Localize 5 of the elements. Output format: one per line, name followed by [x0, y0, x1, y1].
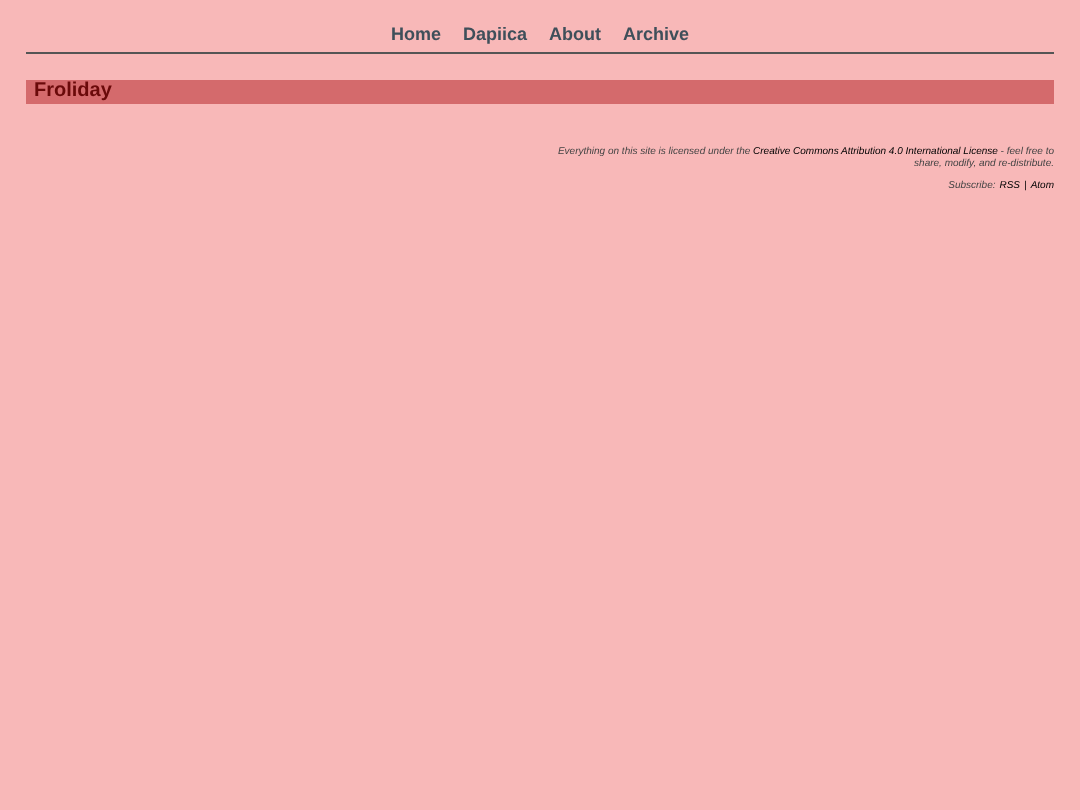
nav-link[interactable]: Archive — [623, 22, 690, 50]
nav-link[interactable]: Dapiica — [462, 22, 527, 50]
nav-link[interactable]: About — [549, 22, 601, 50]
post-title: Froliday — [34, 82, 112, 102]
nav-link[interactable]: Home — [390, 22, 441, 50]
